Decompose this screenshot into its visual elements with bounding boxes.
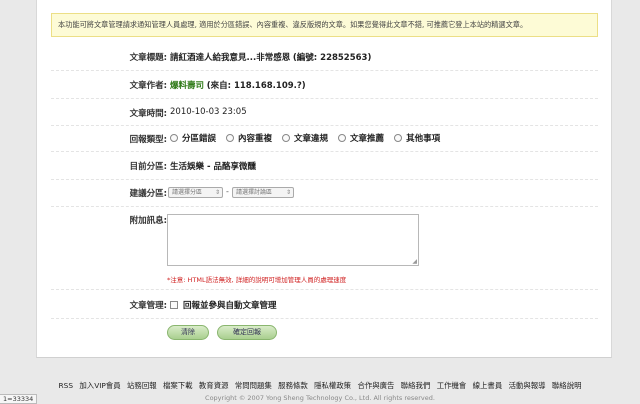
message-textarea[interactable]: ◢: [167, 214, 419, 266]
footer-link[interactable]: 合作與廣告: [357, 381, 394, 390]
footer-link[interactable]: 服務條款: [278, 381, 308, 390]
radio-option[interactable]: 其他事項: [394, 132, 440, 144]
row-current-section: 目前分區: 生活娛樂 - 品酪享微醺: [37, 154, 613, 178]
radio-label: 內容重複: [238, 134, 273, 144]
footer-link[interactable]: 檔案下載: [163, 381, 193, 390]
status-tag: 1=33334: [0, 394, 38, 404]
radio-button[interactable]: [394, 134, 403, 142]
row-author: 文章作者: 爆料壽司 (來自: 118.168.109.?): [37, 73, 613, 97]
radio-option[interactable]: 分區錯誤: [170, 132, 216, 144]
row-suggest-section: 建議分區: 請選擇分區 ⇕ - 請選擇討論區 ⇕: [37, 181, 613, 205]
manage-label: 文章管理:: [129, 301, 167, 311]
author-label: 文章作者:: [129, 81, 167, 91]
report-type-radio-group: 分區錯誤 內容重複 文章違規 文章推薦 其他事項: [170, 132, 440, 144]
divider: [51, 179, 598, 180]
divider: [51, 206, 598, 207]
auto-manage-checkbox[interactable]: [170, 301, 178, 309]
forum-select[interactable]: 請選擇討論區 ⇕: [232, 187, 294, 198]
message-label: 附加訊息:: [129, 216, 167, 226]
footer-link[interactable]: 活動與報導: [509, 381, 546, 390]
auto-manage-text: 回報並參與自動文章管理: [183, 301, 277, 311]
select-separator: -: [226, 187, 229, 196]
report-form-panel: 本功能可將文章管理請求通知管理人員處理, 適用於分區錯誤、內容重複、違反版規的文…: [36, 0, 612, 358]
footer-link[interactable]: 站務回報: [127, 381, 157, 390]
footer-link[interactable]: 隱私權政策: [314, 381, 351, 390]
radio-option[interactable]: 內容重複: [226, 132, 272, 144]
footer-link[interactable]: 線上書員: [473, 381, 503, 390]
notice-banner: 本功能可將文章管理請求通知管理人員處理, 適用於分區錯誤、內容重複、違反版規的文…: [51, 13, 598, 37]
resize-handle-icon[interactable]: ◢: [412, 258, 417, 265]
radio-option[interactable]: 文章違規: [282, 132, 328, 144]
message-hint: *注意: HTML語法無效, 詳細的說明可增加管理人員的處理速度: [167, 276, 347, 284]
title-text: 請紅酒達人給我意見...非常感恩: [170, 53, 291, 63]
forum-select-value: 請選擇討論區: [236, 189, 273, 196]
divider: [51, 125, 598, 126]
radio-label: 分區錯誤: [182, 134, 217, 144]
author-ip: (來自: 118.168.109.?): [206, 81, 306, 91]
footer-link[interactable]: 工作機會: [437, 381, 467, 390]
section-select-value: 請選擇分區: [172, 189, 203, 196]
copyright: Copyright © 2007 Yong Sheng Technology C…: [205, 394, 435, 402]
radio-option[interactable]: 文章推薦: [338, 132, 384, 144]
clear-button[interactable]: 清除: [167, 325, 209, 340]
row-time: 文章時間: 2010-10-03 23:05: [37, 101, 613, 125]
title-id: (編號: 22852563): [292, 53, 372, 63]
current-section-label: 目前分區:: [129, 162, 167, 172]
submit-button[interactable]: 確定回報: [217, 325, 277, 340]
current-section-text: 生活娛樂 - 品酪享微醺: [170, 162, 256, 172]
radio-button[interactable]: [170, 134, 178, 142]
time-value: 2010-10-03 23:05: [170, 107, 247, 117]
footer-link[interactable]: 常問問題集: [235, 381, 272, 390]
radio-label: 其他事項: [406, 134, 441, 144]
author-link[interactable]: 爆料壽司: [170, 81, 204, 91]
footer-link[interactable]: RSS: [59, 381, 74, 390]
radio-button[interactable]: [282, 134, 291, 142]
auto-manage-label: 回報並參與自動文章管理: [183, 299, 277, 311]
section-select[interactable]: 請選擇分區 ⇕: [168, 187, 223, 198]
radio-label: 文章違規: [294, 134, 329, 144]
title-label: 文章標題:: [129, 53, 167, 63]
radio-label: 文章推薦: [350, 134, 385, 144]
footer-link[interactable]: 加入VIP會員: [79, 381, 120, 390]
chevron-updown-icon: ⇕: [214, 189, 220, 196]
current-section-value: 生活娛樂 - 品酪享微醺: [170, 160, 256, 172]
footer-links: RSS 加入VIP會員 站務回報 檔案下載 教育資源 常問問題集 服務條款 隱私…: [0, 380, 640, 391]
title-value: 請紅酒達人給我意見...非常感恩 (編號: 22852563): [170, 51, 371, 63]
type-label: 回報類型:: [129, 135, 167, 145]
divider: [51, 151, 598, 152]
suggest-section-label: 建議分區:: [129, 189, 167, 199]
row-title: 文章標題: 請紅酒達人給我意見...非常感恩 (編號: 22852563): [37, 45, 613, 69]
radio-button[interactable]: [338, 134, 347, 142]
row-message: 附加訊息: ◢ *注意: HTML語法無效, 詳細的說明可增加管理人員的處理速度: [37, 208, 613, 288]
footer-link[interactable]: 聯絡我們: [401, 381, 431, 390]
divider: [51, 289, 598, 290]
row-manage: 文章管理: 回報並參與自動文章管理: [37, 293, 613, 317]
divider: [51, 70, 598, 71]
chevron-updown-icon: ⇕: [285, 189, 291, 196]
time-label: 文章時間:: [129, 109, 167, 119]
footer-link[interactable]: 聯絡說明: [552, 381, 582, 390]
row-report-type: 回報類型: 分區錯誤 內容重複 文章違規 文章推薦 其他事項: [37, 127, 613, 151]
radio-button[interactable]: [226, 134, 235, 142]
footer-link[interactable]: 教育資源: [199, 381, 229, 390]
author-value: 爆料壽司 (來自: 118.168.109.?): [170, 79, 306, 91]
divider: [51, 318, 598, 319]
divider: [51, 98, 598, 99]
